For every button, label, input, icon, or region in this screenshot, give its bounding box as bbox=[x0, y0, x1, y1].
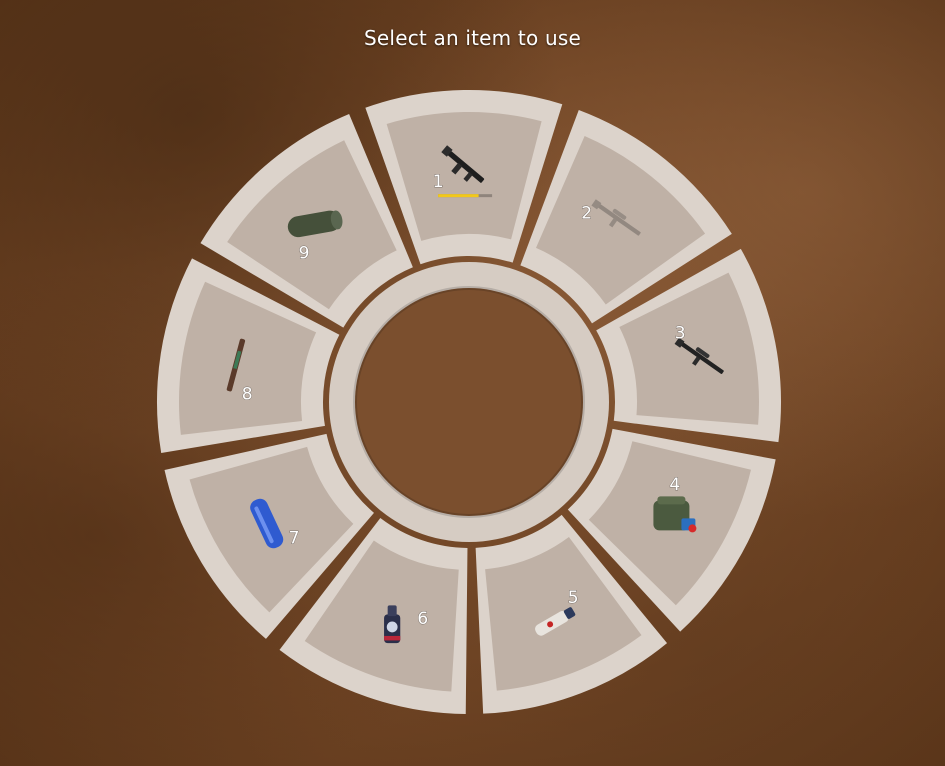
slot-number: 6 bbox=[417, 609, 428, 629]
slot-number: 2 bbox=[581, 204, 592, 224]
slot-panel bbox=[179, 281, 317, 435]
slot-number: 9 bbox=[299, 243, 310, 263]
slot-number: 5 bbox=[568, 588, 579, 608]
slot-number: 7 bbox=[289, 529, 300, 549]
ammo-bar-fill bbox=[438, 194, 479, 198]
item-wheel: 1 2 3 4 5 6 7 8 9 bbox=[156, 90, 781, 714]
slot-number: 4 bbox=[669, 475, 680, 495]
slot-number: 8 bbox=[242, 384, 253, 404]
slot-number: 3 bbox=[675, 323, 686, 343]
slot-number: 1 bbox=[433, 172, 444, 192]
